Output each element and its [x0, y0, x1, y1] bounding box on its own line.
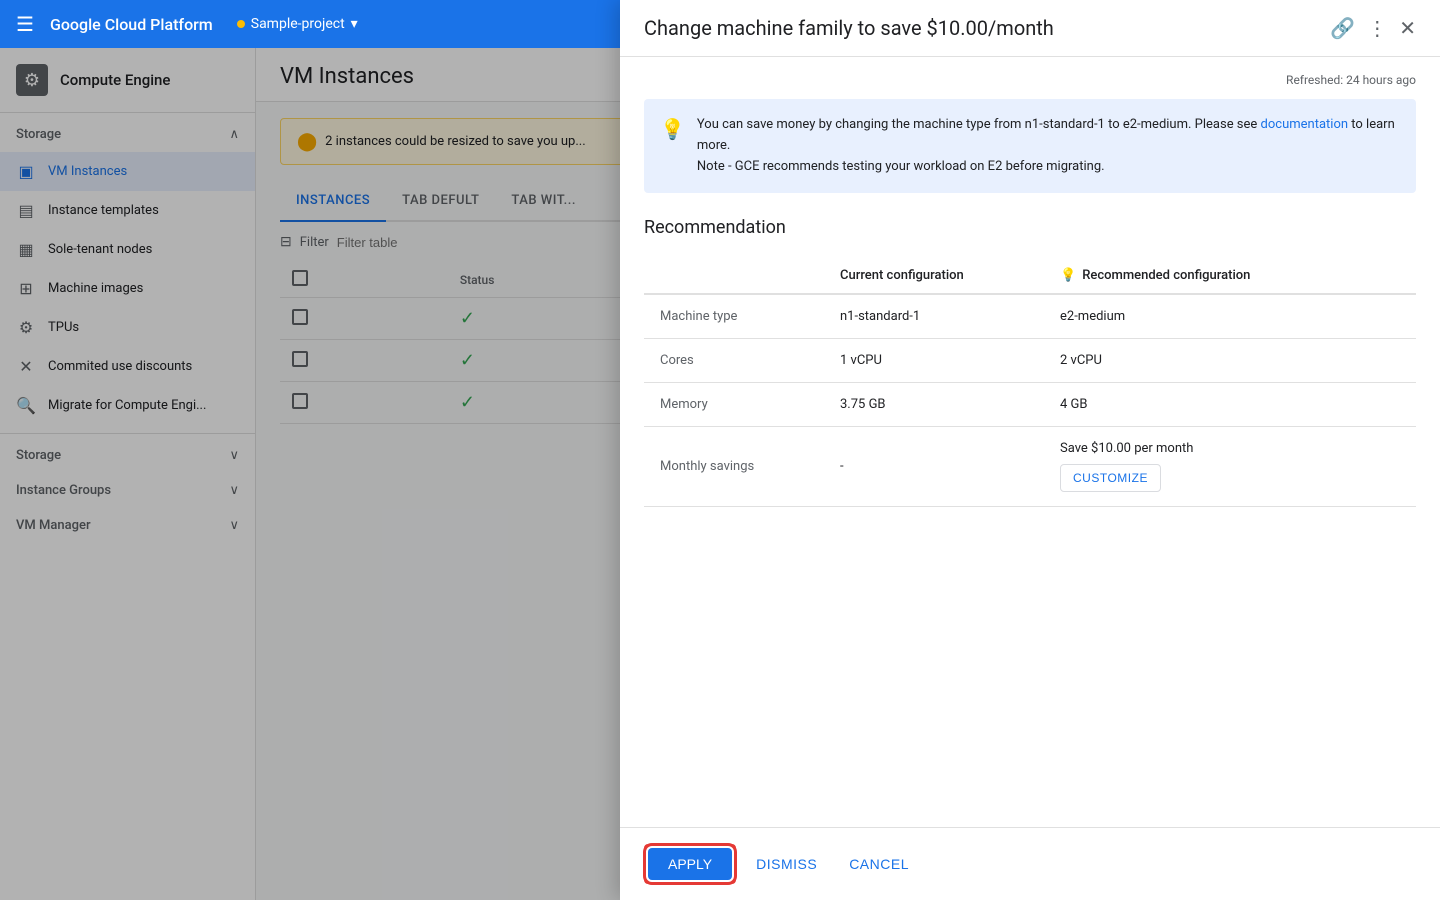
cancel-button[interactable]: CANCEL — [837, 848, 921, 880]
rec-recommended-memory: 4 GB — [1044, 383, 1416, 427]
more-options-icon[interactable]: ⋮ — [1367, 16, 1387, 40]
apply-highlight-box: APPLY — [644, 844, 736, 884]
link-icon[interactable]: 🔗 — [1330, 16, 1355, 40]
info-note: Note - GCE recommends testing your workl… — [697, 159, 1105, 174]
rec-recommended-cores: 2 vCPU — [1044, 339, 1416, 383]
project-selector[interactable]: Sample-project ▾ — [237, 16, 358, 32]
rec-row-cores: Cores 1 vCPU 2 vCPU — [644, 339, 1416, 383]
dialog-header-actions: 🔗 ⋮ ✕ — [1330, 16, 1416, 40]
app-logo: Google Cloud Platform — [50, 15, 213, 34]
recommendation-table: Current configuration 💡 Recommended conf… — [644, 258, 1416, 507]
info-box: 💡 You can save money by changing the mac… — [644, 99, 1416, 193]
rec-row-machine-type: Machine type n1-standard-1 e2-medium — [644, 294, 1416, 339]
close-icon[interactable]: ✕ — [1399, 16, 1416, 40]
apply-button[interactable]: APPLY — [648, 848, 732, 880]
dialog-header: Change machine family to save $10.00/mon… — [620, 0, 1440, 57]
info-bulb-icon: 💡 — [660, 117, 685, 177]
col-label-header — [644, 258, 824, 294]
documentation-link[interactable]: documentation — [1261, 117, 1349, 132]
rec-row-savings: Monthly savings - Save $10.00 per month … — [644, 427, 1416, 507]
rec-label-memory: Memory — [644, 383, 824, 427]
info-box-text: You can save money by changing the machi… — [697, 115, 1400, 177]
project-dropdown-icon: ▾ — [351, 16, 358, 32]
dialog-title: Change machine family to save $10.00/mon… — [644, 16, 1054, 40]
recommendation-title: Recommendation — [644, 217, 1416, 238]
rec-label-savings: Monthly savings — [644, 427, 824, 507]
dialog-body: Refreshed: 24 hours ago 💡 You can save m… — [620, 57, 1440, 827]
rec-current-memory: 3.75 GB — [824, 383, 1044, 427]
rec-current-cores: 1 vCPU — [824, 339, 1044, 383]
rec-recommended-savings: Save $10.00 per month CUSTOMIZE — [1044, 427, 1416, 507]
dismiss-button[interactable]: DISMISS — [744, 848, 829, 880]
rec-label-machine-type: Machine type — [644, 294, 824, 339]
rec-row-memory: Memory 3.75 GB 4 GB — [644, 383, 1416, 427]
dialog-panel: Change machine family to save $10.00/mon… — [620, 0, 1440, 900]
rec-current-savings: - — [824, 427, 1044, 507]
rec-current-machine-type: n1-standard-1 — [824, 294, 1044, 339]
refreshed-text: Refreshed: 24 hours ago — [644, 73, 1416, 87]
rec-recommended-machine-type: e2-medium — [1044, 294, 1416, 339]
project-name: Sample-project — [251, 16, 345, 32]
rec-label-cores: Cores — [644, 339, 824, 383]
customize-button[interactable]: CUSTOMIZE — [1060, 464, 1161, 492]
dialog-footer: APPLY DISMISS CANCEL — [620, 827, 1440, 900]
recommended-bulb-icon: 💡 — [1060, 268, 1076, 283]
menu-icon[interactable]: ☰ — [16, 12, 34, 36]
col-current-header: Current configuration — [824, 258, 1044, 294]
col-recommended-header: 💡 Recommended configuration — [1044, 258, 1416, 294]
